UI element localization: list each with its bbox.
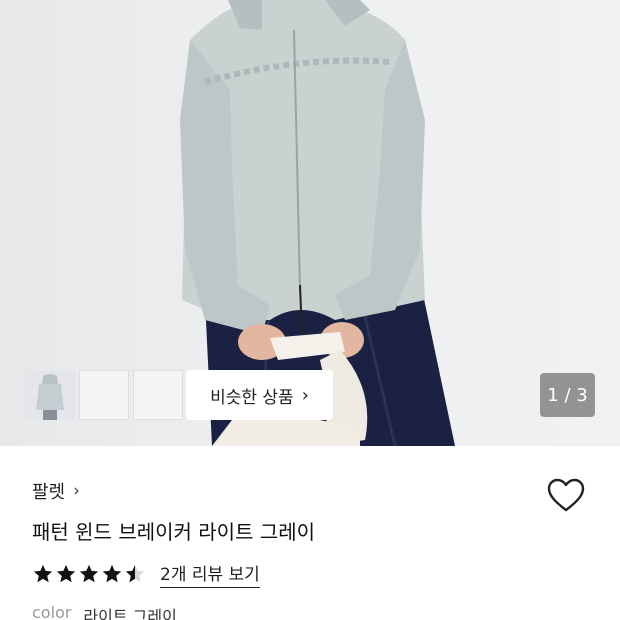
image-page-counter: 1 / 3 <box>540 373 595 417</box>
star-full-icon <box>102 564 122 583</box>
thumbnail-strip <box>25 370 183 420</box>
star-rating <box>32 563 146 585</box>
similar-products-label: 비슷한 상품 <box>210 387 294 408</box>
rating-row: 2개 리뷰 보기 <box>32 560 260 588</box>
star-full-icon <box>33 564 53 583</box>
star-full-icon <box>56 564 76 583</box>
product-title: 패턴 윈드 브레이커 라이트 그레이 <box>32 520 316 544</box>
color-option-row: color 라이트 그레이 <box>32 603 177 620</box>
product-image[interactable]: 비슷한 상품 › 1 / 3 <box>0 0 620 446</box>
thumbnail-2[interactable] <box>25 370 129 420</box>
chevron-right-icon: › <box>301 384 309 406</box>
brand-name: 팔렛 <box>32 482 66 503</box>
star-full-icon <box>79 564 99 583</box>
similar-products-button[interactable]: 비슷한 상품 › <box>186 370 333 420</box>
thumbnail-3[interactable] <box>25 370 183 420</box>
heart-icon[interactable] <box>546 476 586 516</box>
brand-link[interactable]: 팔렛 › <box>32 478 80 504</box>
star-half-icon <box>125 564 145 583</box>
color-label: color <box>32 603 72 620</box>
chevron-right-icon: › <box>73 481 80 501</box>
review-link[interactable]: 2개 리뷰 보기 <box>160 560 260 588</box>
color-value: 라이트 그레이 <box>83 607 177 620</box>
